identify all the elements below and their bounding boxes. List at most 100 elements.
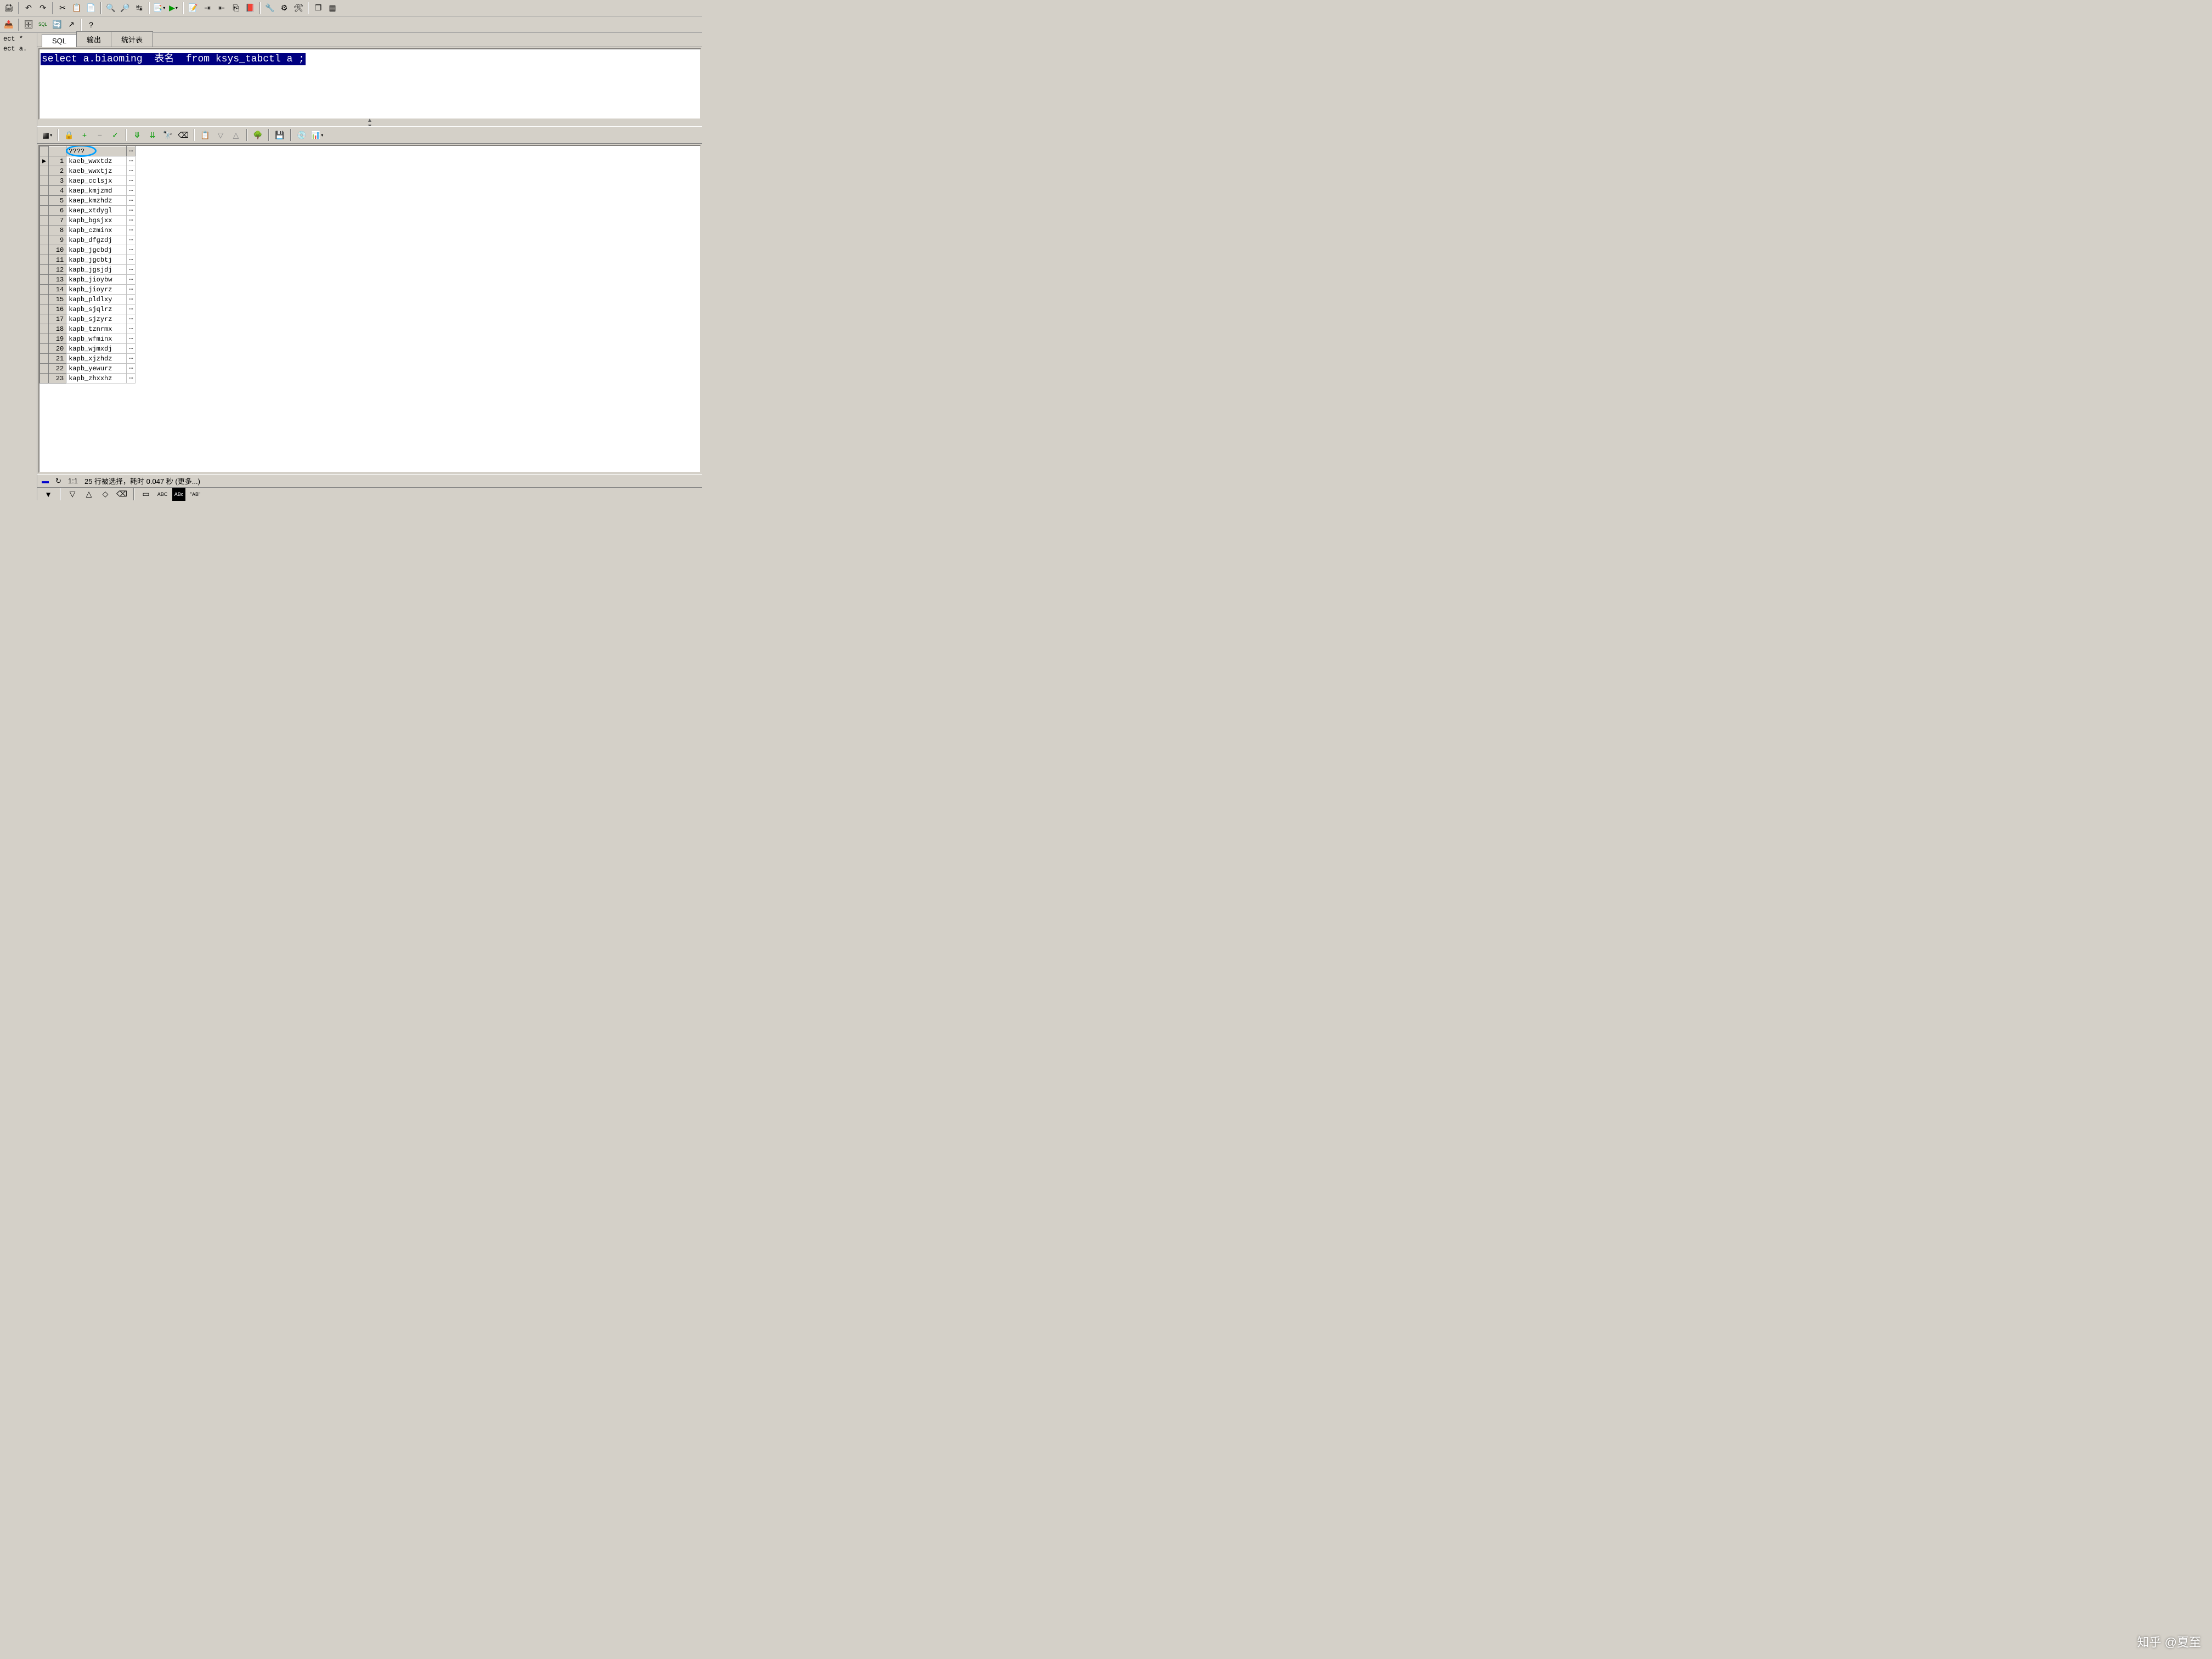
- paste-icon[interactable]: 📄: [84, 2, 98, 15]
- cell-overflow[interactable]: ⋯: [127, 156, 136, 166]
- cell-overflow[interactable]: ⋯: [127, 275, 136, 285]
- tab-stats[interactable]: 统计表: [111, 31, 153, 47]
- cell-value[interactable]: kapb_yewurz: [66, 364, 127, 374]
- table-row[interactable]: ▶1kaeb_wwxtdz⋯: [40, 156, 136, 166]
- collapse-icon[interactable]: ▽: [66, 488, 79, 501]
- find-next-icon[interactable]: 🔎: [119, 2, 132, 15]
- outdent-icon[interactable]: ⇤: [215, 2, 228, 15]
- binoculars-icon[interactable]: 🔭: [161, 128, 174, 142]
- minus-icon[interactable]: −: [93, 128, 106, 142]
- cell-value[interactable]: kaep_cclsjx: [66, 176, 127, 186]
- cell-overflow[interactable]: ⋯: [127, 344, 136, 354]
- cell-value[interactable]: kapb_jioyrz: [66, 285, 127, 295]
- eraser-icon[interactable]: ⌫: [177, 128, 190, 142]
- cell-overflow[interactable]: ⋯: [127, 295, 136, 304]
- mode1-icon[interactable]: ▭: [139, 488, 153, 501]
- check-icon[interactable]: ✓: [109, 128, 122, 142]
- save-icon[interactable]: 💾: [273, 128, 286, 142]
- replace-icon[interactable]: ↹: [133, 2, 146, 15]
- cell-overflow[interactable]: ⋯: [127, 334, 136, 344]
- table-row[interactable]: 13kapb_jioybw⋯: [40, 275, 136, 285]
- cell-value[interactable]: kaep_kmzhdz: [66, 196, 127, 206]
- cell-value[interactable]: kaep_xtdygl: [66, 206, 127, 216]
- table-row[interactable]: 22kapb_yewurz⋯: [40, 364, 136, 374]
- table-row[interactable]: 10kapb_jgcbdj⋯: [40, 245, 136, 255]
- cell-overflow[interactable]: ⋯: [127, 314, 136, 324]
- grid-icon[interactable]: ▦: [326, 2, 339, 15]
- table-row[interactable]: 17kapb_sjzyrz⋯: [40, 314, 136, 324]
- table-row[interactable]: 18kapb_tznrmx⋯: [40, 324, 136, 334]
- cell-value[interactable]: kapb_sjzyrz: [66, 314, 127, 324]
- exec-icon[interactable]: 📝: [187, 2, 200, 15]
- cell-overflow[interactable]: ⋯: [127, 206, 136, 216]
- fetch-all-icon[interactable]: ⇊: [146, 128, 159, 142]
- copy-icon[interactable]: 📋: [70, 2, 83, 15]
- cell-value[interactable]: kapb_xjzhdz: [66, 354, 127, 364]
- cell-value[interactable]: kapb_pldlxy: [66, 295, 127, 304]
- result-grid[interactable]: ???? ⋯ ▶1kaeb_wwxtdz⋯2kaeb_wwxtjz⋯3kaep_…: [38, 145, 701, 473]
- cell-overflow[interactable]: ⋯: [127, 176, 136, 186]
- cell-value[interactable]: kapb_zhxxhz: [66, 374, 127, 383]
- table-row[interactable]: 6kaep_xtdygl⋯: [40, 206, 136, 216]
- cell-value[interactable]: kaep_kmjzmd: [66, 186, 127, 196]
- db-gear-icon[interactable]: 🗄: [22, 18, 35, 31]
- plus-icon[interactable]: +: [78, 128, 91, 142]
- filter-down-icon[interactable]: ▽: [214, 128, 227, 142]
- table-row[interactable]: 20kapb_wjmxdj⋯: [40, 344, 136, 354]
- undo-icon[interactable]: ↶: [22, 2, 35, 15]
- db-arrow-icon[interactable]: ↗: [65, 18, 78, 31]
- filter-up-icon[interactable]: △: [229, 128, 242, 142]
- clear-icon[interactable]: ⌫: [115, 488, 128, 501]
- splitter-handle[interactable]: ▲▼: [37, 121, 702, 126]
- toggle-icon[interactable]: ⎘: [229, 2, 242, 15]
- grid-opt-icon[interactable]: ▦▾: [41, 128, 54, 142]
- table-row[interactable]: 5kaep_kmzhdz⋯: [40, 196, 136, 206]
- sql-editor[interactable]: select a.biaoming 表名 from ksys_tabctl a …: [38, 48, 701, 120]
- chart-icon[interactable]: 📊▾: [311, 128, 324, 142]
- lock-icon[interactable]: 🔒: [63, 128, 76, 142]
- cell-value[interactable]: kapb_dfgzdj: [66, 235, 127, 245]
- tool3-icon[interactable]: 🛠: [292, 2, 305, 15]
- cell-value[interactable]: kapb_jgsjdj: [66, 265, 127, 275]
- mode-abc2-icon[interactable]: ABc: [172, 488, 185, 501]
- cell-overflow[interactable]: ⋯: [127, 216, 136, 225]
- cell-value[interactable]: kaeb_wwxtdz: [66, 156, 127, 166]
- cell-value[interactable]: kapb_bgsjxx: [66, 216, 127, 225]
- redo-icon[interactable]: ↷: [36, 2, 49, 15]
- table-row[interactable]: 11kapb_jgcbtj⋯: [40, 255, 136, 265]
- cell-overflow[interactable]: ⋯: [127, 354, 136, 364]
- table-row[interactable]: 9kapb_dfgzdj⋯: [40, 235, 136, 245]
- cell-value[interactable]: kapb_sjqlrz: [66, 304, 127, 314]
- cell-overflow[interactable]: ⋯: [127, 245, 136, 255]
- tab-sql[interactable]: SQL: [42, 34, 77, 47]
- table-row[interactable]: 16kapb_sjqlrz⋯: [40, 304, 136, 314]
- cell-overflow[interactable]: ⋯: [127, 324, 136, 334]
- refresh-icon[interactable]: ↻: [55, 477, 61, 486]
- mode-abc-icon[interactable]: ABC: [156, 488, 169, 501]
- bookmark-icon[interactable]: ◇: [99, 488, 112, 501]
- cell-overflow[interactable]: ⋯: [127, 265, 136, 275]
- cell-value[interactable]: kapb_jioybw: [66, 275, 127, 285]
- table-row[interactable]: 2kaeb_wwxtjz⋯: [40, 166, 136, 176]
- cell-value[interactable]: kapb_jgcbtj: [66, 255, 127, 265]
- doc-green-icon[interactable]: ▶▾: [167, 2, 180, 15]
- disk-blue-icon[interactable]: 💿: [295, 128, 308, 142]
- history-item[interactable]: ect a.: [1, 44, 36, 54]
- copy-grid-icon[interactable]: 📋: [199, 128, 212, 142]
- windows-icon[interactable]: ❐: [312, 2, 325, 15]
- cell-overflow[interactable]: ⋯: [127, 196, 136, 206]
- cell-value[interactable]: kapb_wfminx: [66, 334, 127, 344]
- table-row[interactable]: 8kapb_czminx⋯: [40, 225, 136, 235]
- find-icon[interactable]: 🔍: [104, 2, 117, 15]
- column-header[interactable]: ????: [66, 146, 127, 156]
- cell-overflow[interactable]: ⋯: [127, 374, 136, 383]
- table-row[interactable]: 4kaep_kmjzmd⋯: [40, 186, 136, 196]
- export-icon[interactable]: 📤: [2, 18, 15, 31]
- expand-icon[interactable]: △: [82, 488, 95, 501]
- table-row[interactable]: 3kaep_cclsjx⋯: [40, 176, 136, 186]
- doc-arrow-icon[interactable]: 📑▾: [153, 2, 166, 15]
- cell-overflow[interactable]: ⋯: [127, 186, 136, 196]
- cell-overflow[interactable]: ⋯: [127, 166, 136, 176]
- doc-red-icon[interactable]: 📕: [244, 2, 257, 15]
- table-row[interactable]: 21kapb_xjzhdz⋯: [40, 354, 136, 364]
